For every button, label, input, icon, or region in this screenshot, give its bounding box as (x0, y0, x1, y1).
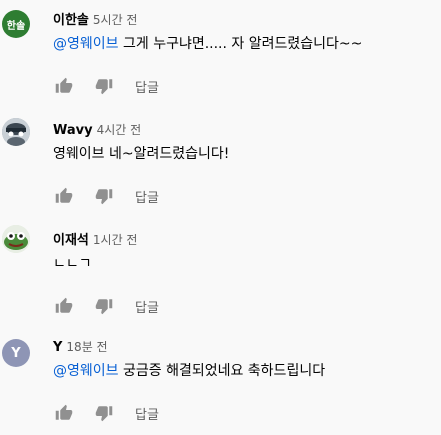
avatar[interactable] (2, 225, 30, 253)
like-button[interactable] (53, 75, 75, 97)
comment-item: Wavy 4시간 전 영웨이브 네~알려드렸습니다! 답글 (0, 110, 441, 218)
thumbs-down-icon (95, 299, 113, 315)
dislike-button[interactable] (93, 295, 115, 317)
thumbs-up-icon (55, 77, 73, 93)
comment-text: @영웨이브 그게 누구냐면..... 자 알려드렸습니다~~ (53, 33, 362, 53)
comment-author[interactable]: 이한솔 (53, 13, 89, 28)
avatar[interactable]: Y (2, 339, 30, 367)
thumbs-up-icon (55, 404, 73, 420)
comment-actions: 답글 (53, 184, 159, 208)
comment-header: Wavy 4시간 전 (53, 119, 141, 138)
comment-time[interactable]: 5시간 전 (93, 13, 138, 27)
comment-author[interactable]: 이재석 (53, 233, 89, 248)
comment-actions: 답글 (53, 401, 159, 425)
comment-text: 영웨이브 네~알려드렸습니다! (53, 143, 229, 163)
thumbs-up-icon (55, 297, 73, 313)
like-button[interactable] (53, 402, 75, 424)
dislike-button[interactable] (93, 402, 115, 424)
reply-button[interactable]: 답글 (135, 404, 159, 423)
comment-body: 궁금증 해결되었네요 축하드립니다 (118, 363, 326, 379)
thumbs-down-icon (95, 406, 113, 422)
comment-time[interactable]: 4시간 전 (97, 123, 142, 137)
avatar-image (2, 225, 30, 253)
comment-header: Y 18분 전 (53, 336, 108, 355)
like-button[interactable] (53, 185, 75, 207)
comment-time[interactable]: 1시간 전 (93, 233, 138, 247)
comment-header: 이한솔 5시간 전 (53, 9, 137, 28)
mention-link[interactable]: @영웨이브 (53, 363, 119, 379)
avatar[interactable]: 한솔 (2, 10, 30, 38)
comment-text: @영웨이브 궁금증 해결되었네요 축하드립니다 (53, 360, 325, 380)
comment-actions: 답글 (53, 294, 159, 318)
comment-header: 이재석 1시간 전 (53, 229, 137, 248)
reply-button[interactable]: 답글 (135, 187, 159, 206)
thumbs-down-icon (95, 189, 113, 205)
thumbs-down-icon (95, 79, 113, 95)
comment-body: 그게 누구냐면..... 자 알려드렸습니다~~ (118, 36, 363, 52)
mention-link[interactable]: @영웨이브 (53, 36, 119, 52)
comment-item: 한솔 이한솔 5시간 전 @영웨이브 그게 누구냐면..... 자 알려드렸습니다… (0, 0, 441, 108)
comment-text: ㄴㄴㄱ (53, 253, 92, 273)
thumbs-up-icon (55, 187, 73, 203)
avatar-image (2, 118, 30, 146)
comment-author[interactable]: Y (53, 340, 62, 355)
comment-item: 이재석 1시간 전 ㄴㄴㄱ 답글 (0, 220, 441, 328)
dislike-button[interactable] (93, 75, 115, 97)
comment-item: Y Y 18분 전 @영웨이브 궁금증 해결되었네요 축하드립니다 답글 (0, 327, 441, 435)
reply-button[interactable]: 답글 (135, 297, 159, 316)
comment-time[interactable]: 18분 전 (66, 340, 107, 354)
dislike-button[interactable] (93, 185, 115, 207)
like-button[interactable] (53, 295, 75, 317)
comment-author[interactable]: Wavy (53, 123, 93, 138)
comment-body: 영웨이브 네~알려드렸습니다! (53, 146, 230, 162)
avatar[interactable] (2, 118, 30, 146)
comment-actions: 답글 (53, 74, 159, 98)
reply-button[interactable]: 답글 (135, 77, 159, 96)
avatar-text: Y (11, 345, 21, 361)
comment-body: ㄴㄴㄱ (53, 256, 92, 272)
avatar-text: 한솔 (6, 20, 26, 32)
